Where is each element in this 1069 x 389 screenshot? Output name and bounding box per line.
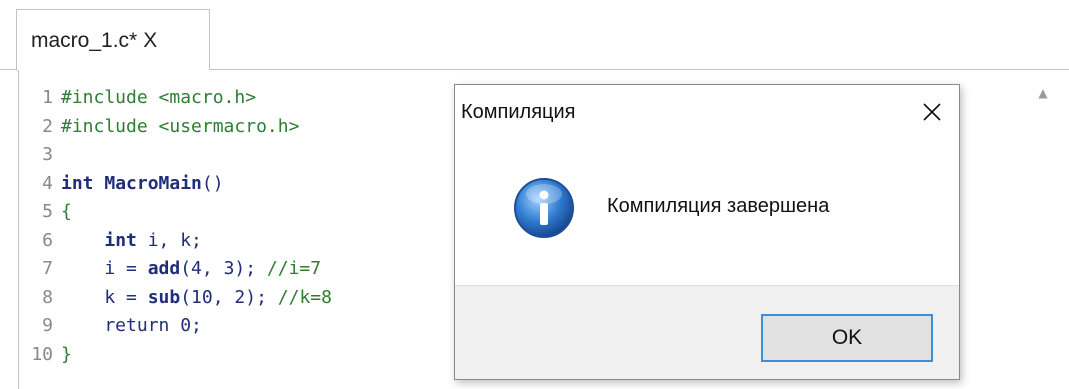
dialog-title: Компиляция [461, 100, 576, 123]
tab-close-icon[interactable]: X [143, 29, 157, 53]
code-text: k = sub(10, 2); //k=8 [61, 286, 332, 310]
code-token: sub [147, 286, 181, 308]
tab-label: macro_1.c* [31, 28, 138, 52]
code-token: #include <macro.h> [61, 87, 257, 108]
dialog-close-icon[interactable] [913, 93, 951, 131]
code-token: add [147, 258, 181, 279]
code-token: { [61, 201, 72, 222]
code-text: #include <macro.h> [61, 86, 256, 110]
line-number: 1 [42, 87, 53, 108]
code-token: return 0; [61, 315, 202, 336]
dialog-message: Компиляция завершена [607, 195, 830, 217]
code-line: 3 [19, 143, 61, 167]
tab-macro-file[interactable]: macro_1.c* X [16, 9, 210, 71]
line-number: 7 [42, 258, 53, 279]
code-text: } [61, 343, 72, 367]
code-line: 6 int i, k; [19, 229, 202, 253]
line-number: 5 [42, 201, 53, 222]
code-line: 9 return 0; [19, 314, 202, 338]
tab-bar: macro_1.c* X [0, 0, 1069, 71]
ok-button[interactable]: OK [761, 314, 933, 362]
code-text: #include <usermacro.h> [61, 115, 299, 139]
code-text: int i, k; [61, 229, 202, 253]
code-text: { [61, 200, 72, 224]
line-number: 2 [42, 115, 53, 137]
code-line: 10} [19, 343, 72, 367]
code-text: return 0; [61, 314, 202, 338]
line-number: 3 [42, 144, 53, 165]
info-icon [514, 178, 574, 238]
code-token: int [61, 172, 94, 194]
code-text: int MacroMain() [61, 172, 224, 196]
scroll-up-arrow-icon[interactable]: ▲ [1030, 80, 1056, 106]
code-token: k = [61, 286, 148, 308]
code-line: 5{ [19, 200, 72, 224]
code-token: i = [61, 258, 148, 279]
line-number: 9 [42, 315, 53, 336]
line-number: 6 [42, 229, 53, 251]
dialog-footer: OK [455, 285, 959, 379]
code-token: () [201, 172, 224, 194]
code-token: MacroMain [104, 172, 202, 194]
code-line: 8 k = sub(10, 2); //k=8 [19, 286, 332, 310]
code-token: //i=7 [266, 258, 322, 279]
code-token: int [104, 229, 137, 251]
code-line: 7 i = add(4, 3); //i=7 [19, 257, 321, 281]
code-line: 1 #include <macro.h> [19, 86, 256, 110]
line-number: 8 [42, 286, 53, 308]
code-text: i = add(4, 3); //i=7 [61, 257, 321, 281]
dialog-body: Компиляция завершена [455, 139, 959, 285]
code-line: 2 #include <usermacro.h> [19, 115, 299, 139]
code-token: (4, 3); [180, 258, 267, 279]
code-token: #include <usermacro.h> [61, 115, 300, 137]
code-token: i, k; [136, 229, 202, 251]
line-number: 4 [42, 172, 53, 194]
code-line: 4 int MacroMain() [19, 172, 224, 196]
compile-dialog: Компиляция Компиляция завершена OK [454, 84, 960, 380]
code-token: (10, 2); [180, 286, 278, 308]
code-token: } [61, 343, 72, 365]
code-token: //k=8 [277, 286, 332, 308]
line-number: 10 [31, 343, 53, 365]
